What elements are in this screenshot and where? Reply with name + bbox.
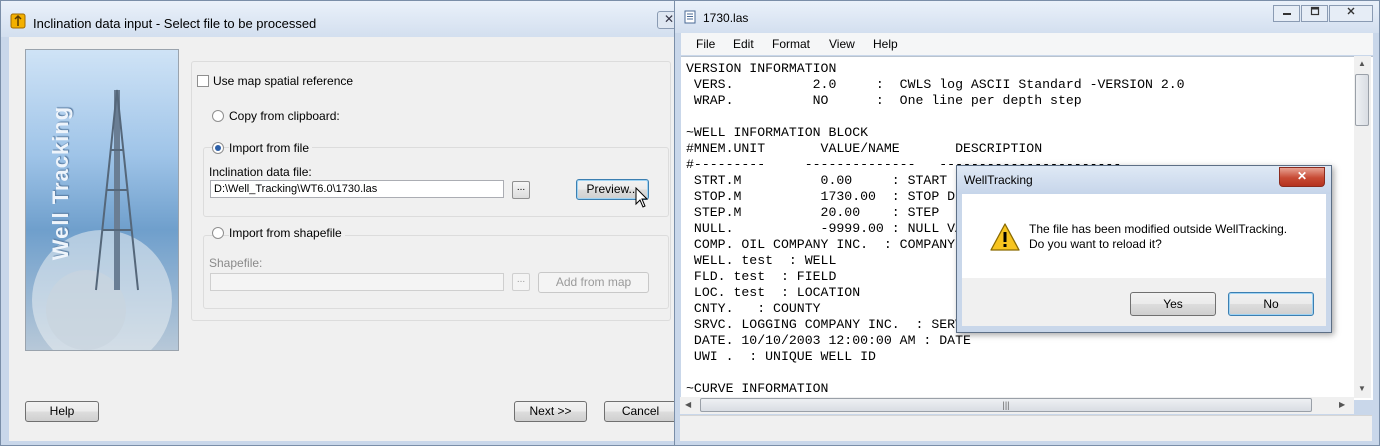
import-from-file-label[interactable]: Import from file	[229, 141, 313, 155]
dialog-message-line-1: The file has been modified outside WellT…	[1029, 222, 1288, 236]
dialog-message-line-2: Do you want to reload it?	[1029, 237, 1162, 251]
dialog-message: The file has been modified outside WellT…	[1029, 222, 1287, 252]
app-icon	[10, 13, 26, 29]
wizard-banner-image: Well Tracking	[25, 49, 179, 351]
vertical-scroll-thumb[interactable]	[1355, 74, 1369, 126]
menu-format[interactable]: Format	[772, 37, 810, 51]
file-line: VERSION INFORMATION	[686, 61, 837, 76]
menu-view[interactable]: View	[829, 37, 855, 51]
reload-dialog: WellTracking ✕ The file has been modifie…	[956, 165, 1332, 333]
restore-icon	[1310, 6, 1319, 16]
file-line: DATE. 10/10/2003 12:00:00 AM : DATE	[686, 333, 971, 348]
use-map-spatial-reference-label[interactable]: Use map spatial reference	[213, 74, 353, 88]
notepad-icon	[684, 10, 696, 24]
file-line	[686, 365, 1185, 381]
import-from-shapefile-radio[interactable]	[212, 227, 224, 239]
notepad-status-bar	[680, 415, 1372, 441]
inclination-file-browse-button[interactable]: ...	[512, 181, 530, 199]
no-button[interactable]: No	[1228, 292, 1314, 316]
file-line	[686, 109, 1185, 125]
scroll-left-icon[interactable]: ◀	[685, 400, 691, 409]
file-line: VERS. 2.0 : CWLS log ASCII Standard -VER…	[686, 77, 1185, 92]
help-button[interactable]: Help	[25, 401, 99, 422]
close-icon	[1347, 7, 1355, 15]
copy-from-clipboard-label[interactable]: Copy from clipboard:	[229, 109, 340, 123]
banner-text: Well Tracking	[48, 105, 73, 261]
scroll-down-icon[interactable]: ▼	[1358, 384, 1366, 393]
mouse-cursor-icon	[635, 187, 649, 208]
restore-button[interactable]	[1301, 5, 1328, 22]
notepad-title: 1730.las	[703, 11, 749, 25]
file-line: ~CURVE INFORMATION	[686, 381, 829, 396]
dialog-close-button[interactable]: ✕	[1279, 167, 1325, 187]
menu-file[interactable]: File	[696, 37, 715, 51]
scroll-right-icon[interactable]: ▶	[1339, 400, 1345, 409]
import-from-shapefile-label[interactable]: Import from shapefile	[229, 226, 345, 240]
wizard-window: Inclination data input - Select file to …	[0, 0, 681, 446]
file-line: #MNEM.UNIT VALUE/NAME DESCRIPTION	[686, 141, 1043, 156]
cancel-button[interactable]: Cancel	[604, 401, 677, 422]
use-map-spatial-reference-checkbox[interactable]	[197, 75, 209, 87]
dialog-button-bar: Yes No	[962, 278, 1326, 326]
warning-icon	[990, 223, 1020, 251]
add-from-map-button[interactable]: Add from map	[538, 272, 649, 293]
minimize-icon	[1282, 13, 1291, 15]
notepad-horizontal-scrollbar[interactable]: ◀ ||| ▶	[680, 397, 1354, 414]
shapefile-input[interactable]	[210, 273, 504, 291]
file-line: WRAP. NO : One line per depth step	[686, 93, 1082, 108]
file-line: UWI . : UNIQUE WELL ID	[686, 349, 876, 364]
yes-button[interactable]: Yes	[1130, 292, 1216, 316]
dialog-title: WellTracking	[964, 173, 1033, 187]
notepad-title-bar[interactable]: 1730.las	[675, 1, 1379, 33]
wizard-client-area: Well Tracking Use map spatial reference …	[9, 37, 677, 441]
minimize-button[interactable]	[1273, 5, 1300, 22]
notepad-menu-bar: File Edit Format View Help	[681, 33, 1373, 55]
shapefile-label: Shapefile:	[209, 256, 263, 270]
horizontal-scroll-thumb[interactable]: |||	[700, 398, 1312, 412]
shapefile-browse-button[interactable]: ...	[512, 273, 530, 291]
dialog-title-bar[interactable]: WellTracking ✕	[957, 166, 1331, 194]
menu-edit[interactable]: Edit	[733, 37, 754, 51]
notepad-vertical-scrollbar[interactable]: ▲ ▼	[1354, 56, 1371, 398]
notepad-close-button[interactable]	[1329, 5, 1373, 22]
copy-from-clipboard-radio[interactable]	[212, 110, 224, 122]
import-from-file-radio[interactable]	[212, 142, 224, 154]
inclination-data-file-input[interactable]: D:\Well_Tracking\WT6.0\1730.las	[210, 180, 504, 198]
dialog-body: The file has been modified outside WellT…	[962, 194, 1326, 278]
file-line: ~WELL INFORMATION BLOCK	[686, 125, 869, 140]
scroll-up-icon[interactable]: ▲	[1358, 59, 1366, 68]
wizard-title-bar[interactable]: Inclination data input - Select file to …	[1, 1, 681, 37]
inclination-data-file-label: Inclination data file:	[209, 165, 312, 179]
menu-help[interactable]: Help	[873, 37, 898, 51]
wizard-title: Inclination data input - Select file to …	[33, 16, 317, 31]
next-button[interactable]: Next >>	[514, 401, 587, 422]
